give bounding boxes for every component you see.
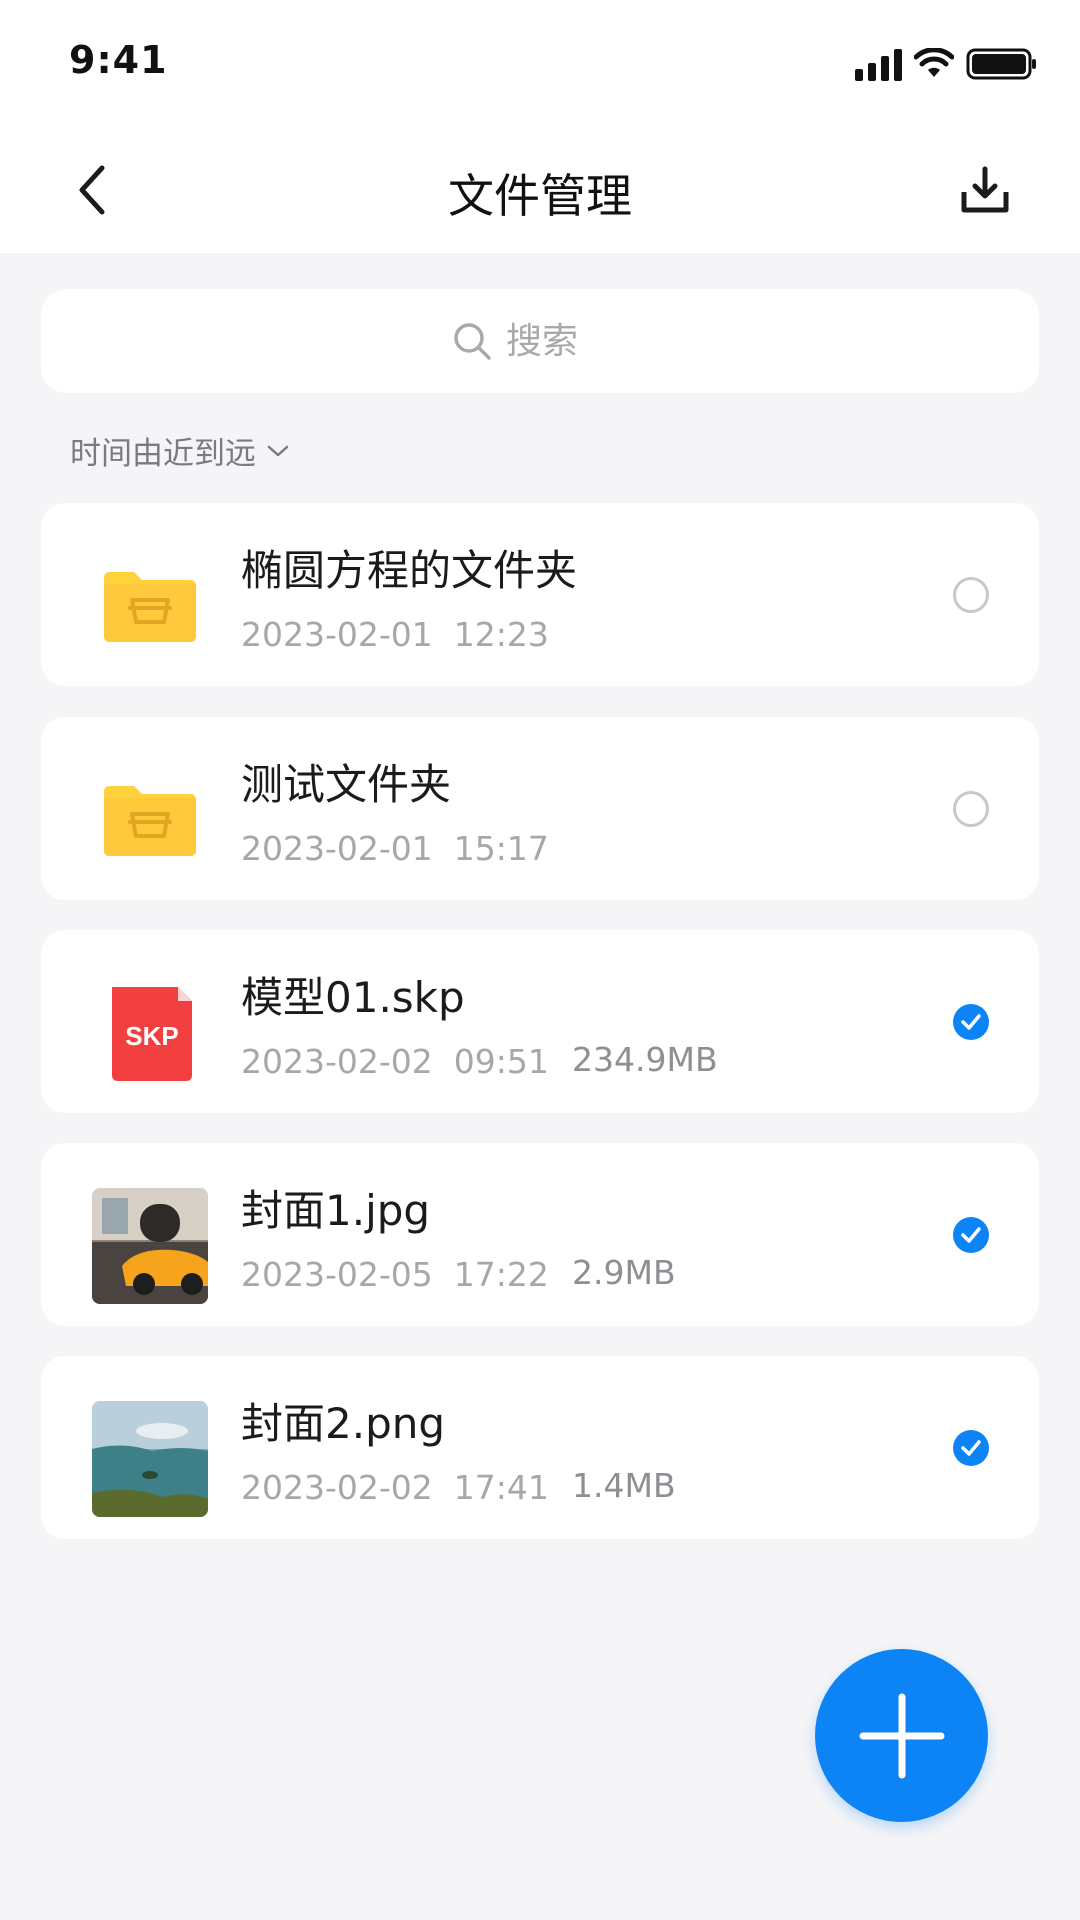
sort-label: 时间由近到远: [70, 436, 256, 472]
file-datetime: 2023-02-05 17:22: [241, 1255, 549, 1294]
select-checkbox[interactable]: [953, 1430, 989, 1466]
file-datetime: 2023-02-01 15:17: [241, 829, 549, 868]
folder-icon: [92, 762, 208, 878]
select-checkbox[interactable]: [953, 791, 989, 827]
list-item[interactable]: 椭圆方程的文件夹 2023-02-01 12:23: [41, 503, 1039, 686]
file-date: 2023-02-02: [241, 1468, 433, 1507]
page-title: 文件管理: [448, 169, 632, 223]
sort-dropdown[interactable]: 时间由近到远: [70, 428, 290, 473]
download-icon: [961, 166, 1009, 213]
check-icon: [961, 1014, 981, 1030]
file-datetime: 2023-02-01 12:23: [241, 615, 549, 654]
file-time: 12:23: [453, 615, 549, 654]
plus-icon: [859, 1693, 944, 1778]
list-item[interactable]: 测试文件夹 2023-02-01 15:17: [41, 717, 1039, 900]
file-size: 1.4MB: [572, 1466, 676, 1505]
top-bar: 9:41 文件管理: [0, 0, 1080, 253]
file-name: 封面2.png: [241, 1399, 446, 1448]
file-date: 2023-02-05: [241, 1255, 433, 1294]
search-bar[interactable]: [41, 289, 1039, 393]
battery-icon: [966, 46, 1038, 82]
file-datetime: 2023-02-02 09:51: [241, 1042, 549, 1081]
file-datetime: 2023-02-02 17:41: [241, 1468, 549, 1507]
status-time: 9:41: [69, 38, 168, 82]
file-name: 测试文件夹: [241, 760, 452, 809]
file-name: 椭圆方程的文件夹: [241, 546, 578, 595]
select-checkbox[interactable]: [953, 1004, 989, 1040]
chevron-down-icon: [267, 445, 289, 456]
file-date: 2023-02-01: [241, 829, 433, 868]
search-input[interactable]: [504, 319, 628, 363]
list-item[interactable]: 封面2.png 2023-02-02 17:41 1.4MB: [41, 1356, 1039, 1539]
file-time: 17:22: [453, 1255, 549, 1294]
file-size: 2.9MB: [572, 1253, 676, 1292]
download-button[interactable]: [950, 155, 1020, 225]
select-checkbox[interactable]: [953, 577, 989, 613]
add-button[interactable]: [815, 1649, 988, 1822]
file-size: 234.9MB: [572, 1040, 718, 1079]
file-time: 15:17: [453, 829, 549, 868]
image-thumbnail: [92, 1188, 208, 1304]
skp-file-icon: SKP: [92, 975, 208, 1091]
file-time: 17:41: [453, 1468, 549, 1507]
wifi-icon: [914, 48, 954, 80]
skp-badge-text: SKP: [125, 1021, 178, 1051]
search-icon: [454, 323, 491, 360]
select-checkbox[interactable]: [953, 1217, 989, 1253]
file-date: 2023-02-01: [241, 615, 433, 654]
file-name: 封面1.jpg: [241, 1186, 431, 1235]
file-name: 模型01.skp: [241, 973, 465, 1022]
image-thumbnail: [92, 1401, 208, 1517]
folder-icon: [92, 548, 208, 664]
signal-icon: [855, 47, 902, 81]
file-time: 09:51: [453, 1042, 549, 1081]
file-date: 2023-02-02: [241, 1042, 433, 1081]
list-item[interactable]: SKP 模型01.skp 2023-02-02 09:51 234.9MB: [41, 930, 1039, 1113]
check-icon: [961, 1227, 981, 1243]
check-icon: [961, 1440, 981, 1456]
status-icons: [855, 44, 1038, 84]
list-item[interactable]: 封面1.jpg 2023-02-05 17:22 2.9MB: [41, 1143, 1039, 1326]
